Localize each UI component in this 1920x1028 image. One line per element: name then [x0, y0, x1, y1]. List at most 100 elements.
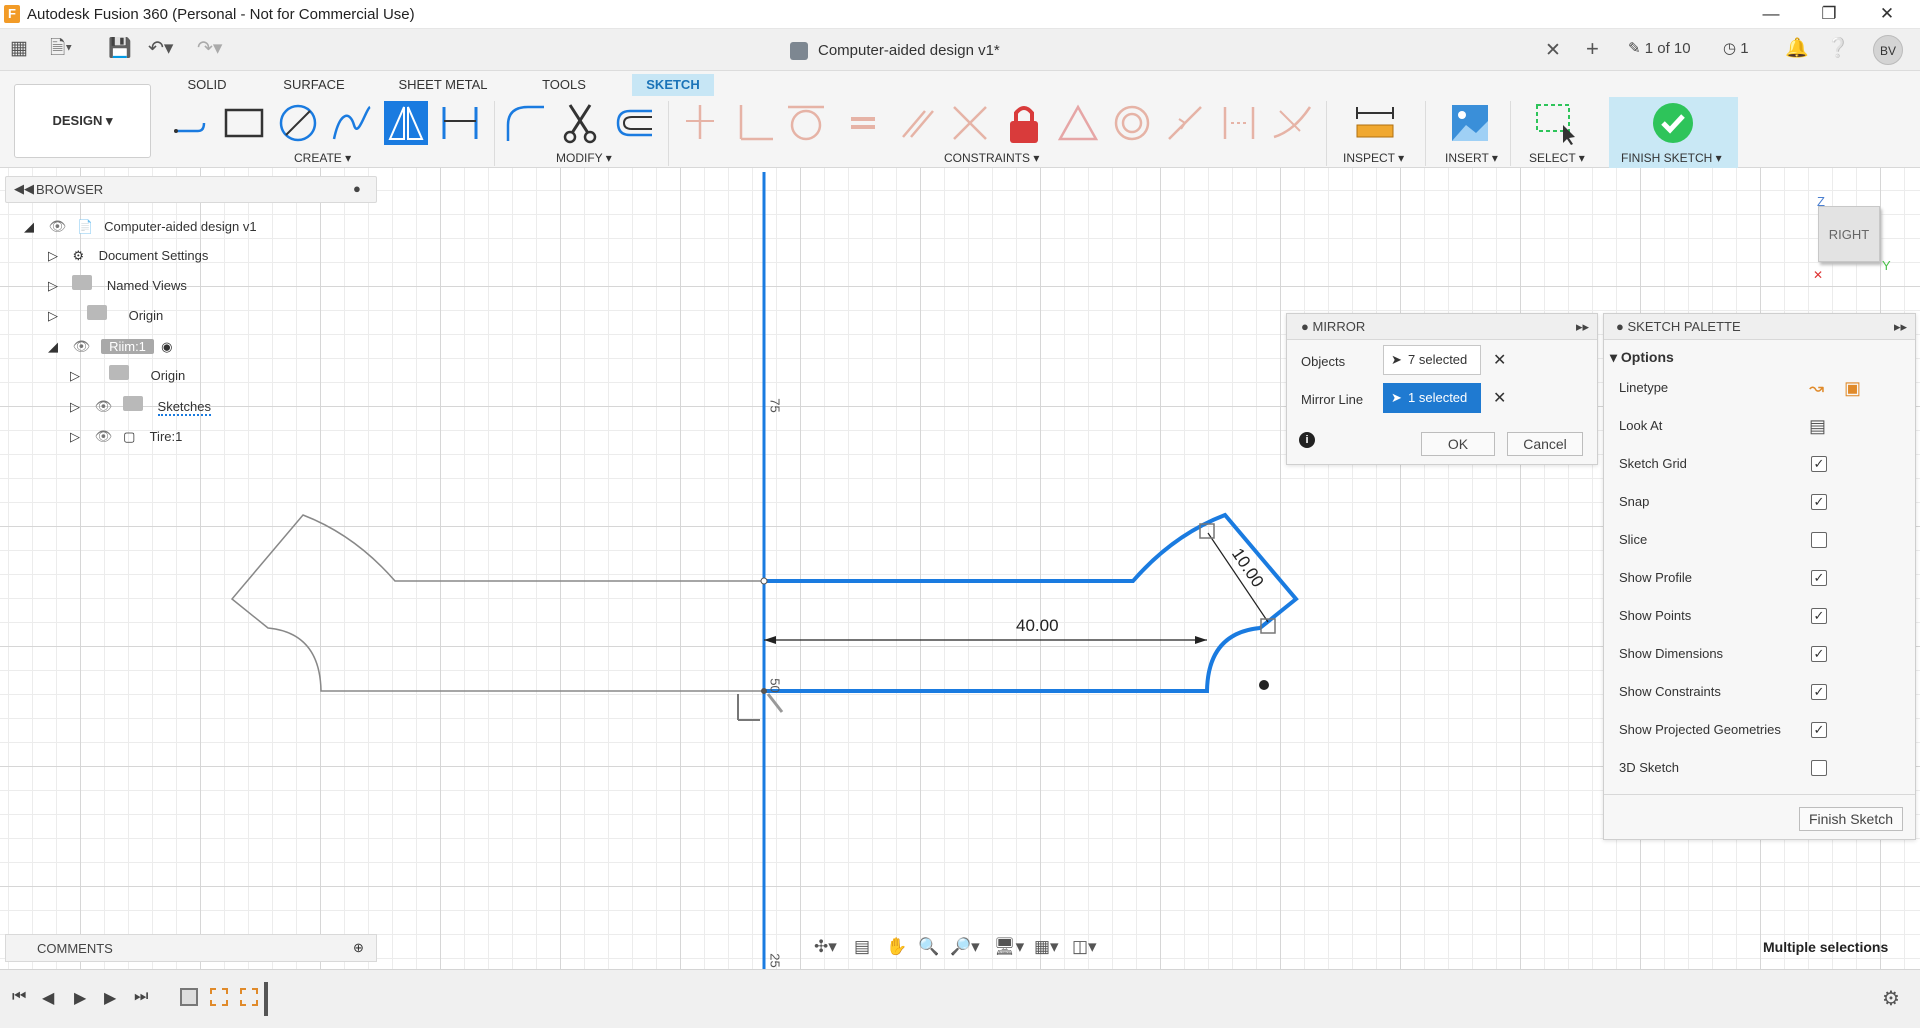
- show-dimensions-checkbox[interactable]: ✓: [1811, 646, 1827, 662]
- browser-header[interactable]: ◀◀ BROWSER ●: [5, 176, 377, 203]
- document-tab[interactable]: Computer-aided design v1* ✕: [780, 34, 1580, 67]
- browser-item-riim[interactable]: ◢ 👁 Riim:1 ◉: [48, 333, 173, 359]
- orbit-icon[interactable]: ✣▾: [814, 937, 837, 957]
- line-tool-icon[interactable]: [168, 101, 212, 145]
- parallel-constraint-icon[interactable]: [895, 101, 939, 145]
- palette-expand-icon[interactable]: ▸▸: [1894, 314, 1907, 340]
- tangent-constraint-icon[interactable]: [784, 101, 828, 145]
- offset-tool-icon[interactable]: [612, 101, 656, 145]
- help-icon[interactable]: ❔: [1826, 37, 1850, 61]
- insert-menu[interactable]: INSERT ▾: [1445, 151, 1498, 165]
- constraints-menu[interactable]: CONSTRAINTS ▾: [944, 151, 1039, 165]
- browser-item-named-views[interactable]: ▷ Named Views: [48, 273, 187, 299]
- snap-checkbox[interactable]: ✓: [1811, 494, 1827, 510]
- restore-icon[interactable]: ❐: [1800, 0, 1858, 29]
- timeline-settings-gear-icon[interactable]: ⚙: [1882, 986, 1900, 1011]
- finish-sketch-check-icon[interactable]: [1651, 101, 1695, 145]
- collapse-browser-icon[interactable]: ◀◀: [14, 181, 34, 197]
- timeline-sketch-icon[interactable]: [210, 988, 228, 1006]
- fit-zoom-icon[interactable]: 🔎▾: [950, 937, 980, 957]
- finish-sketch-button[interactable]: Finish Sketch: [1799, 807, 1903, 831]
- look-at-icon[interactable]: ▤: [1809, 407, 1826, 445]
- rectangle-tool-icon[interactable]: [222, 101, 266, 145]
- job-status-button[interactable]: ◷ 1: [1723, 37, 1749, 61]
- create-menu[interactable]: CREATE ▾: [294, 151, 351, 165]
- step-back-icon[interactable]: ◀: [42, 988, 54, 1008]
- viewcube[interactable]: RIGHT: [1818, 206, 1880, 262]
- file-menu-icon[interactable]: 🗎▾: [50, 37, 72, 61]
- dialog-expand-icon[interactable]: ▸▸: [1576, 314, 1589, 340]
- width-dimension-text[interactable]: 40.00: [1016, 616, 1059, 636]
- undo-icon[interactable]: ↶▾: [148, 37, 173, 61]
- minimize-icon[interactable]: —: [1742, 0, 1800, 29]
- centerline-linetype-icon[interactable]: ▣: [1844, 369, 1861, 407]
- add-comment-icon[interactable]: ⊕: [353, 940, 364, 956]
- tab-surface[interactable]: SURFACE: [280, 74, 348, 96]
- inspect-menu[interactable]: INSPECT ▾: [1343, 151, 1404, 165]
- visibility-eye-icon[interactable]: 👁: [94, 428, 112, 444]
- show-profile-checkbox[interactable]: ✓: [1811, 570, 1827, 586]
- dimension-tool-icon[interactable]: [438, 101, 482, 145]
- window-select-icon[interactable]: [1533, 101, 1577, 145]
- viewports-icon[interactable]: ◫▾: [1072, 937, 1097, 957]
- go-to-start-icon[interactable]: ⏮: [12, 988, 26, 1006]
- browser-minimize-icon[interactable]: ●: [353, 181, 361, 196]
- browser-item-document-settings[interactable]: ▷ ⚙ Document Settings: [48, 243, 208, 269]
- modify-menu[interactable]: MODIFY ▾: [556, 151, 612, 165]
- close-document-icon[interactable]: ✕: [1545, 39, 1561, 62]
- curvature-constraint-icon[interactable]: [1270, 101, 1314, 145]
- fix-lock-icon[interactable]: [1002, 101, 1046, 145]
- redo-icon[interactable]: ↷▾: [197, 37, 222, 61]
- timeline-sketch-icon[interactable]: [240, 988, 258, 1006]
- fillet-tool-icon[interactable]: [504, 101, 548, 145]
- tab-sketch[interactable]: SKETCH: [632, 74, 714, 96]
- clear-mirror-line-icon[interactable]: ✕: [1493, 388, 1506, 408]
- mirror-tool-icon[interactable]: [384, 101, 428, 145]
- finish-sketch-menu[interactable]: FINISH SKETCH ▾: [1621, 151, 1722, 165]
- collinear-constraint-icon[interactable]: [948, 101, 992, 145]
- notifications-bell-icon[interactable]: 🔔: [1785, 37, 1809, 61]
- close-window-icon[interactable]: ✕: [1858, 0, 1916, 29]
- visibility-eye-icon[interactable]: 👁: [94, 398, 112, 414]
- clear-objects-icon[interactable]: ✕: [1493, 350, 1506, 370]
- sketch-grid-checkbox[interactable]: ✓: [1811, 456, 1827, 472]
- workspace-switcher[interactable]: DESIGN ▾: [14, 84, 151, 158]
- tab-tools[interactable]: TOOLS: [536, 74, 592, 96]
- coincident-constraint-icon[interactable]: [678, 101, 722, 145]
- circle-tool-icon[interactable]: [276, 101, 320, 145]
- user-avatar[interactable]: BV: [1873, 35, 1903, 65]
- pan-hand-icon[interactable]: ✋: [886, 937, 907, 957]
- step-forward-icon[interactable]: ▶: [104, 988, 116, 1008]
- mirror-dialog-header[interactable]: ● MIRROR ▸▸: [1287, 314, 1597, 340]
- palette-collapse-icon[interactable]: ●: [1616, 319, 1624, 334]
- save-icon[interactable]: 💾: [108, 37, 132, 61]
- expand-triangle-icon[interactable]: ▷: [70, 429, 80, 444]
- sketch-palette-header[interactable]: ● SKETCH PALETTE ▸▸: [1604, 314, 1915, 340]
- play-icon[interactable]: ▶: [74, 988, 86, 1008]
- tab-solid[interactable]: SOLID: [183, 74, 231, 96]
- activate-component-icon[interactable]: ◉: [161, 339, 172, 354]
- browser-item-tire[interactable]: ▷ 👁 ▢ Tire:1: [70, 423, 182, 449]
- expand-triangle-icon[interactable]: ▷: [48, 248, 58, 263]
- 3d-sketch-checkbox[interactable]: [1811, 760, 1827, 776]
- equal-constraint-icon[interactable]: [841, 101, 885, 145]
- expand-triangle-icon[interactable]: ▷: [70, 399, 80, 414]
- browser-item-origin[interactable]: ▷ Origin: [48, 303, 163, 329]
- show-projected-geometries-checkbox[interactable]: ✓: [1811, 722, 1827, 738]
- browser-item-sketches[interactable]: ▷ 👁 Sketches: [70, 393, 212, 419]
- expand-triangle-icon[interactable]: ▷: [70, 368, 80, 383]
- version-history-button[interactable]: ✎ 1 of 10: [1628, 37, 1691, 61]
- construction-linetype-icon[interactable]: ↝: [1809, 369, 1824, 407]
- timeline-marker[interactable]: [264, 982, 268, 1016]
- grid-settings-icon[interactable]: ▦▾: [1034, 937, 1059, 957]
- zoom-icon[interactable]: 🔍: [918, 937, 939, 957]
- slice-checkbox[interactable]: [1811, 532, 1827, 548]
- mirror-line-selection[interactable]: ➤ 1 selected: [1383, 383, 1481, 413]
- expand-triangle-icon[interactable]: ▷: [48, 308, 58, 323]
- collapse-triangle-icon[interactable]: ◢: [24, 219, 34, 234]
- look-at-nav-icon[interactable]: ▤: [854, 937, 870, 957]
- visibility-eye-icon[interactable]: 👁: [72, 338, 90, 354]
- ok-button[interactable]: OK: [1421, 432, 1495, 456]
- concentric-constraint-icon[interactable]: [1110, 101, 1154, 145]
- display-settings-icon[interactable]: 🖥▾: [994, 937, 1024, 957]
